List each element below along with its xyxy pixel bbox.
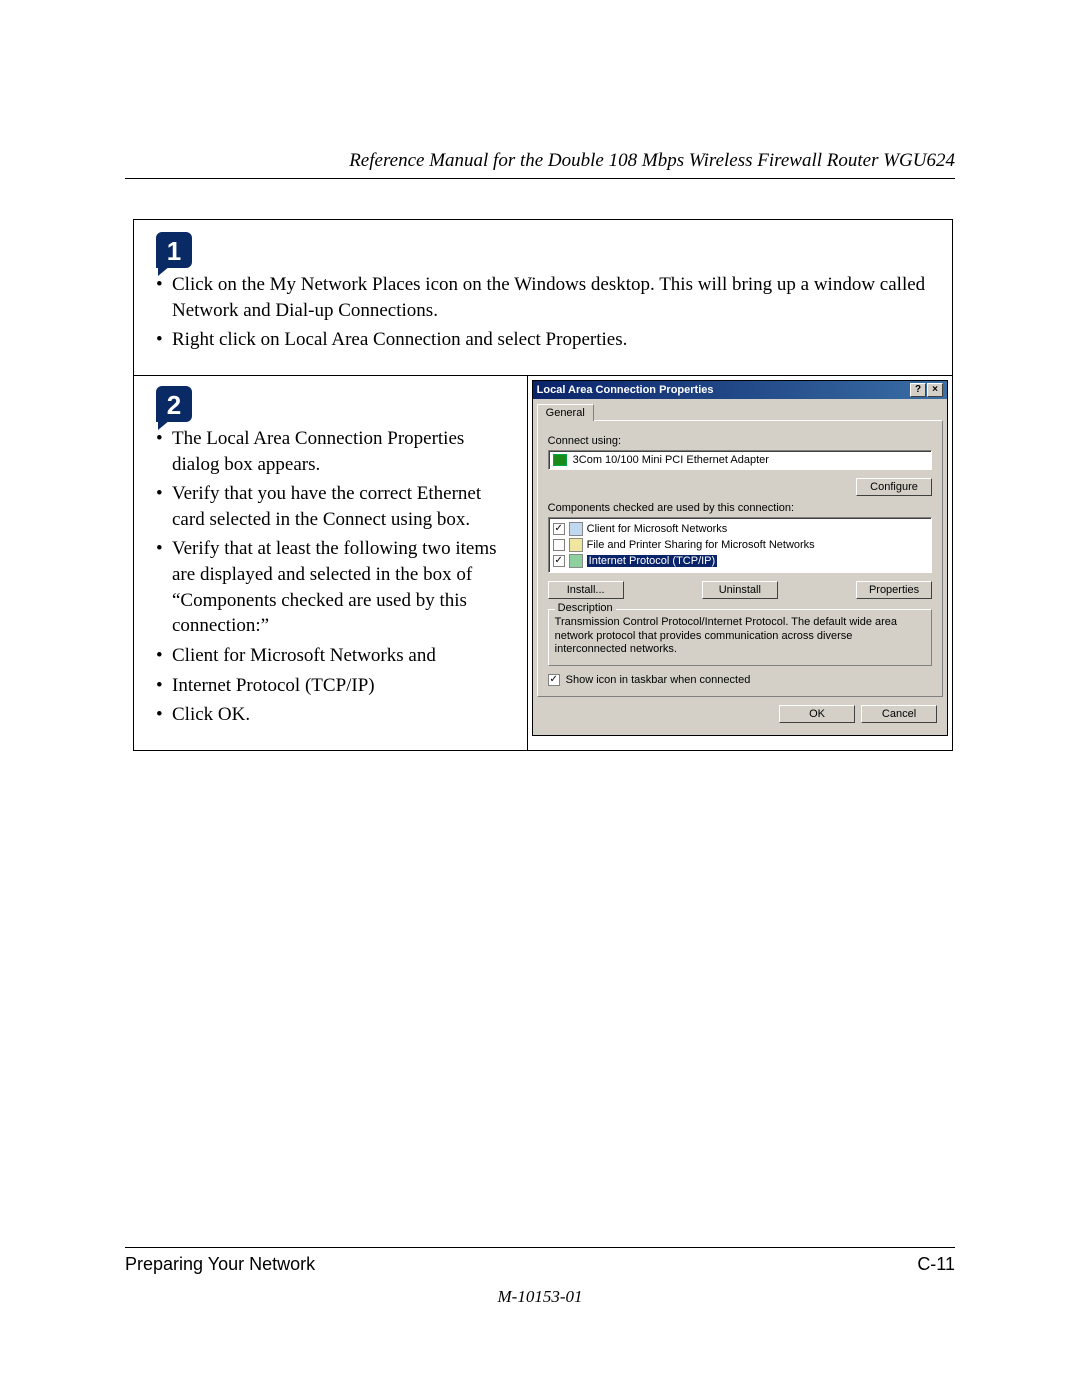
footer-page-number: C-11 [917,1254,955,1275]
step-2-row: 2 The Local Area Connection Properties d… [134,375,952,750]
header-rule [125,178,955,179]
step-2-badge: 2 [156,386,192,422]
step2-sub-bullet: Internet Protocol (TCP/IP) [156,673,513,699]
step2-sub-bullet: Client for Microsoft Networks and [156,643,513,669]
footer-doc-number: M-10153-01 [125,1287,955,1307]
step1-bullet: Click on the My Network Places icon on t… [156,272,934,323]
step2-bullet: Verify that you have the correct Etherne… [156,481,513,532]
uninstall-button[interactable]: Uninstall [702,581,778,599]
component-item[interactable]: ✓ Internet Protocol (TCP/IP) [553,553,927,569]
component-name: Client for Microsoft Networks [587,523,728,535]
components-label: Components checked are used by this conn… [548,502,932,514]
step-1: 1 Click on the My Network Places icon on… [134,220,952,375]
description-text: Transmission Control Protocol/Internet P… [555,616,925,657]
component-name-selected: Internet Protocol (TCP/IP) [587,555,718,567]
taskbar-checkbox[interactable]: ✓ [548,674,560,686]
tab-panel: Connect using: 3Com 10/100 Mini PCI Ethe… [537,420,943,697]
components-list[interactable]: ✓ Client for Microsoft Networks File and… [548,517,932,573]
content-frame: 1 Click on the My Network Places icon on… [133,219,953,751]
install-button[interactable]: Install... [548,581,624,599]
header-title: Reference Manual for the Double 108 Mbps… [125,150,955,178]
footer-section: Preparing Your Network [125,1254,315,1275]
adapter-box: 3Com 10/100 Mini PCI Ethernet Adapter [548,450,932,470]
component-name: File and Printer Sharing for Microsoft N… [587,539,815,551]
dialog-titlebar: Local Area Connection Properties ? × [533,381,947,399]
properties-dialog: Local Area Connection Properties ? × Gen… [532,380,948,736]
checkbox-icon[interactable]: ✓ [553,555,565,567]
page-footer: Preparing Your Network C-11 M-10153-01 [125,1247,955,1307]
description-group: Description Transmission Control Protoco… [548,609,932,666]
dialog-title: Local Area Connection Properties [537,384,714,396]
properties-button[interactable]: Properties [856,581,932,599]
taskbar-label: Show icon in taskbar when connected [566,674,751,686]
step2-final: Click OK. [156,702,513,728]
tab-general[interactable]: General [537,404,594,421]
step2-bullet: Verify that at least the following two i… [156,536,513,639]
connect-using-label: Connect using: [548,435,932,447]
cancel-button[interactable]: Cancel [861,705,937,723]
step2-bullet: The Local Area Connection Properties dia… [156,426,513,477]
configure-button[interactable]: Configure [856,478,932,496]
dialog-cell: Local Area Connection Properties ? × Gen… [527,376,952,750]
client-icon [569,522,583,536]
step1-bullet: Right click on Local Area Connection and… [156,327,934,353]
nic-icon [553,454,567,466]
ok-button[interactable]: OK [779,705,855,723]
step-1-badge: 1 [156,232,192,268]
description-legend: Description [555,602,616,614]
component-item[interactable]: ✓ Client for Microsoft Networks [553,521,927,537]
step-2-text: 2 The Local Area Connection Properties d… [134,376,527,750]
close-button[interactable]: × [927,383,943,397]
protocol-icon [569,554,583,568]
component-item[interactable]: File and Printer Sharing for Microsoft N… [553,537,927,553]
checkbox-icon[interactable]: ✓ [553,523,565,535]
checkbox-icon[interactable] [553,539,565,551]
share-icon [569,538,583,552]
adapter-name: 3Com 10/100 Mini PCI Ethernet Adapter [573,454,769,466]
help-button[interactable]: ? [910,383,926,397]
